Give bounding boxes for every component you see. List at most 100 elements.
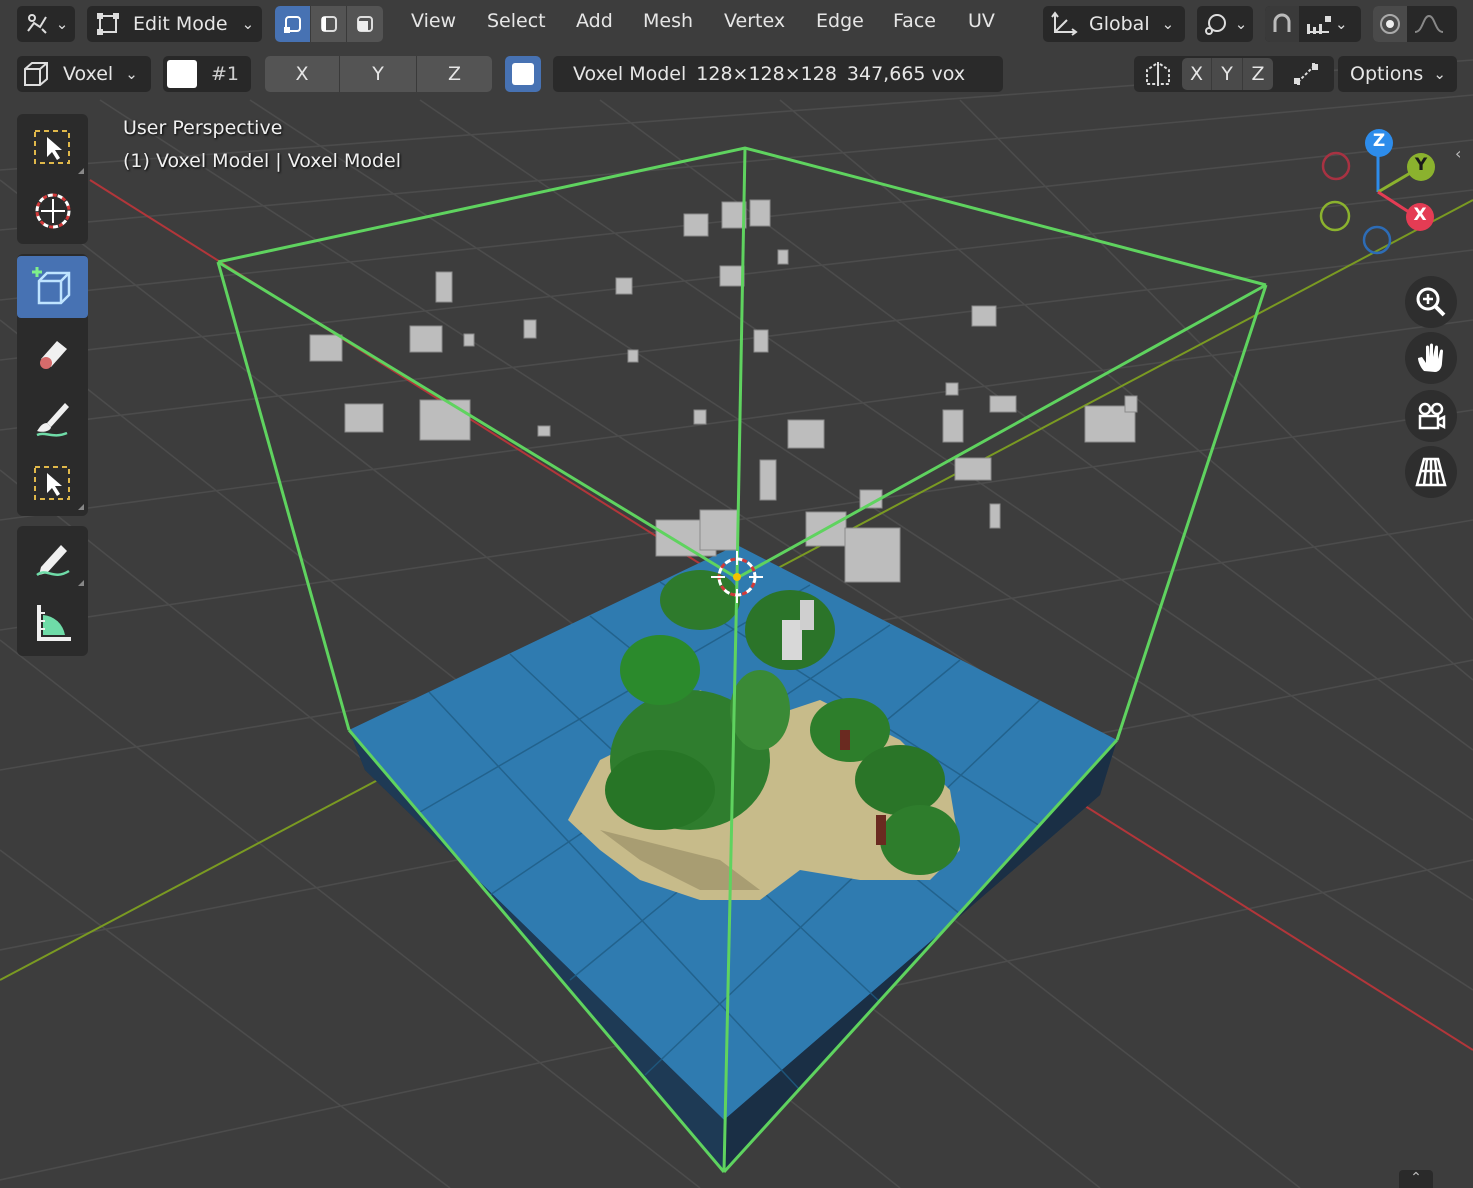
mirror-group: X Y Z <box>1134 56 1334 92</box>
mirror-z-button[interactable]: Z <box>1243 58 1273 90</box>
annotate-tool[interactable] <box>17 528 88 590</box>
brush-type-label: Voxel <box>63 63 114 85</box>
menu-view[interactable]: View <box>411 10 456 32</box>
toolbar-group-select <box>17 114 88 244</box>
axis-lock-group: X Y Z <box>265 56 492 92</box>
falloff-curve-icon <box>1414 14 1444 33</box>
topology-mirror-icon <box>1294 63 1318 85</box>
hand-pan-icon <box>1418 343 1443 372</box>
menu-mesh[interactable]: Mesh <box>643 10 693 32</box>
vertex-select-button[interactable] <box>275 6 311 42</box>
proportional-edit-group <box>1373 6 1457 42</box>
color-picker[interactable]: #1 <box>163 56 251 92</box>
edge-select-button[interactable] <box>311 6 347 42</box>
add-voxel-tool[interactable] <box>17 256 88 318</box>
measure-tool[interactable] <box>17 592 88 654</box>
gizmo-x-label[interactable]: X <box>1410 205 1430 225</box>
color-swatch[interactable] <box>167 60 197 88</box>
voxel-count: 347,665 vox <box>846 63 966 85</box>
brush-type-dropdown[interactable]: Voxel ⌄ <box>17 56 151 92</box>
sidebar-toggle[interactable]: ‹ <box>1455 144 1473 168</box>
camera-view-button[interactable] <box>1405 390 1457 442</box>
select-box-icon <box>33 466 70 500</box>
mode-dropdown[interactable]: Edit Mode ⌄ <box>87 6 262 42</box>
toolbar-group-edit <box>17 254 88 516</box>
mirror-icon <box>1146 62 1170 86</box>
paint-brush-icon <box>35 403 69 437</box>
edit-mode-icon <box>97 13 119 35</box>
perspective-toggle-button[interactable] <box>1405 446 1457 498</box>
perspective-grid-icon <box>1415 457 1447 487</box>
annotate-icon <box>35 545 70 577</box>
cursor-icon <box>35 193 70 229</box>
model-info: Voxel Model 128×128×128 347,665 vox <box>553 56 1003 92</box>
auto-mirror-toggle[interactable] <box>1283 60 1329 88</box>
options-label: Options <box>1350 63 1424 85</box>
transform-orientation-dropdown[interactable]: Global ⌄ <box>1043 6 1185 42</box>
viewport-editor-icon <box>26 14 47 34</box>
cursor-tool[interactable] <box>17 180 88 242</box>
viewport-header: ⌄ Edit Mode ⌄ View Select Add Mesh Verte… <box>0 2 1473 46</box>
pivot-point-dropdown[interactable]: ⌄ <box>1197 6 1253 42</box>
pivot-point-icon <box>1204 14 1226 35</box>
option-checkbox[interactable] <box>505 56 541 92</box>
model-dimensions: 128×128×128 <box>696 63 837 85</box>
snap-group: ⌄ <box>1265 6 1361 42</box>
proportional-edit-toggle[interactable] <box>1373 6 1407 42</box>
falloff-dropdown[interactable] <box>1407 12 1445 36</box>
axis-z-button[interactable]: Z <box>417 56 492 92</box>
voxel-select-tool[interactable] <box>17 452 88 514</box>
snap-magnet-icon <box>1273 13 1291 32</box>
axis-y-button[interactable]: Y <box>340 56 417 92</box>
axis-x-button[interactable]: X <box>265 56 340 92</box>
vertex-select-icon <box>283 16 301 33</box>
mirror-toggle[interactable] <box>1134 60 1182 88</box>
viewport-scene <box>0 0 1473 1188</box>
3d-viewport[interactable]: Z Y X User Perspective (1) Voxel Model |… <box>0 0 1473 1188</box>
erase-tool[interactable] <box>17 322 88 384</box>
select-mode-group <box>275 6 383 42</box>
menu-add[interactable]: Add <box>576 10 613 32</box>
menu-uv[interactable]: UV <box>968 10 995 32</box>
view-name: User Perspective <box>123 117 283 139</box>
toolbar-group-annotate <box>17 526 88 656</box>
proportional-edit-icon <box>1380 14 1400 34</box>
pan-button[interactable] <box>1405 332 1457 384</box>
menu-edge[interactable]: Edge <box>816 10 864 32</box>
zoom-icon <box>1416 287 1446 317</box>
select-box-tool[interactable] <box>17 116 88 178</box>
camera-icon <box>1418 402 1446 430</box>
menu-select[interactable]: Select <box>487 10 546 32</box>
menu-face[interactable]: Face <box>893 10 936 32</box>
orientation-label: Global <box>1089 13 1150 35</box>
face-select-icon <box>357 16 373 32</box>
tool-header: Voxel ⌄ #1 X Y Z Voxel Model 128×128×128… <box>0 52 1473 96</box>
object-info: (1) Voxel Model | Voxel Model <box>123 150 401 172</box>
checkbox-check <box>512 63 534 85</box>
mode-label: Edit Mode <box>133 13 228 35</box>
mirror-x-button[interactable]: X <box>1182 58 1212 90</box>
edge-select-icon <box>320 16 337 32</box>
snap-toggle[interactable] <box>1265 6 1299 42</box>
gizmo-z-label[interactable]: Z <box>1369 131 1389 151</box>
model-name: Voxel Model <box>573 63 687 85</box>
menu-vertex[interactable]: Vertex <box>724 10 785 32</box>
zoom-button[interactable] <box>1405 276 1457 328</box>
eraser-icon <box>39 341 67 369</box>
orientation-axes-icon <box>1051 11 1078 36</box>
mirror-y-button[interactable]: Y <box>1212 58 1243 90</box>
paint-tool[interactable] <box>17 388 88 450</box>
gizmo-y-label[interactable]: Y <box>1411 155 1431 175</box>
cube-icon <box>24 62 48 86</box>
options-dropdown[interactable]: Options ⌄ <box>1338 56 1457 92</box>
timeline-expand-icon[interactable]: ⌃ <box>1399 1170 1433 1188</box>
mirror-axis-group: X Y Z <box>1182 58 1273 90</box>
snap-target-dropdown[interactable]: ⌄ <box>1299 12 1348 36</box>
face-select-button[interactable] <box>347 6 383 42</box>
add-cube-icon <box>31 267 70 305</box>
color-index: #1 <box>211 63 240 85</box>
select-box-icon <box>33 130 70 164</box>
measure-icon <box>36 605 71 641</box>
snap-increment-icon <box>1307 16 1331 34</box>
editor-type-button[interactable]: ⌄ <box>17 6 75 42</box>
